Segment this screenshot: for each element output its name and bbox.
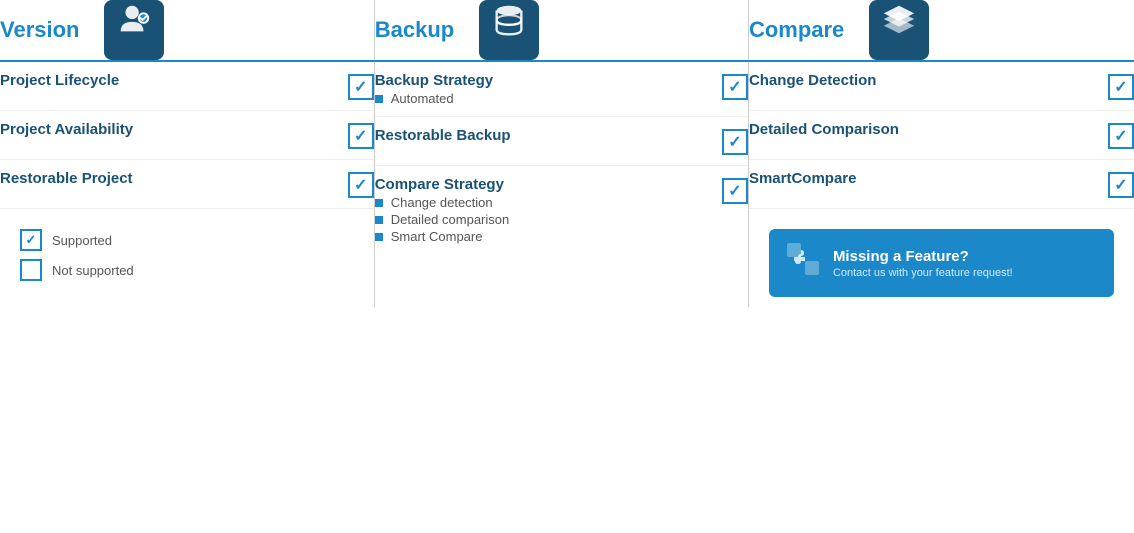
feature-detailed-comparison: Detailed Comparison [749, 111, 1134, 160]
feature-smartcompare: SmartCompare [749, 160, 1134, 209]
features-table: Version Backup [0, 0, 1134, 307]
project-lifecycle-checkbox [348, 74, 374, 100]
feature-project-lifecycle: Project Lifecycle [0, 62, 374, 111]
version-header: Version [0, 0, 374, 61]
compare-features: Change Detection Detailed Comparison Sma… [748, 61, 1134, 307]
legend-not-supported-label: Not supported [52, 263, 134, 278]
feature-name-smartcompare: SmartCompare [749, 170, 857, 187]
missing-feature-banner[interactable]: Missing a Feature? Contact us with your … [769, 229, 1114, 297]
feature-name-restorable-project: Restorable Project [0, 170, 133, 187]
feature-project-availability: Project Availability [0, 111, 374, 160]
feature-restorable-project: Restorable Project [0, 160, 374, 209]
backup-icon [479, 0, 539, 60]
compare-title: Compare [749, 17, 844, 43]
detailed-comparison-checkbox [1108, 123, 1134, 149]
feature-name-detailed-comparison: Detailed Comparison [749, 121, 899, 138]
project-availability-checkbox [348, 123, 374, 149]
version-svg-icon [115, 1, 153, 39]
compare-strategy-sub-2: Detailed comparison [375, 212, 510, 227]
feature-backup-strategy: Backup Strategy Automated [375, 62, 748, 117]
version-features: Project Lifecycle Project Availability R… [0, 61, 374, 307]
backup-strategy-sub-automated: Automated [375, 91, 493, 106]
feature-restorable-backup: Restorable Backup [375, 117, 748, 166]
compare-header: Compare [748, 0, 1134, 61]
backup-strategy-sub-text: Automated [391, 91, 454, 106]
bullet-icon [375, 95, 383, 103]
compare-strategy-sub-text-2: Detailed comparison [391, 212, 510, 227]
version-icon [104, 0, 164, 60]
compare-strategy-sub-3: Smart Compare [375, 229, 510, 244]
compare-svg-icon [880, 1, 918, 39]
backup-svg-icon [490, 1, 528, 39]
legend-supported-checkbox [20, 229, 42, 251]
compare-strategy-sub-text-3: Smart Compare [391, 229, 483, 244]
backup-title: Backup [375, 17, 454, 43]
puzzle-icon [785, 241, 821, 285]
compare-strategy-sub-1: Change detection [375, 195, 510, 210]
feature-change-detection: Change Detection [749, 62, 1134, 111]
change-detection-checkbox [1108, 74, 1134, 100]
restorable-project-checkbox [348, 172, 374, 198]
legend-supported-label: Supported [52, 233, 112, 248]
bullet-icon-1 [375, 199, 383, 207]
banner-subtitle: Contact us with your feature request! [833, 267, 1013, 279]
legend-not-supported-checkbox [20, 259, 42, 281]
smartcompare-checkbox [1108, 172, 1134, 198]
feature-name-backup-strategy: Backup Strategy [375, 72, 493, 89]
feature-name-compare-strategy: Compare Strategy [375, 176, 510, 193]
backup-features: Backup Strategy Automated Restorable Bac… [374, 61, 748, 307]
version-title: Version [0, 17, 79, 43]
bullet-icon-2 [375, 216, 383, 224]
legend-supported: Supported [20, 229, 354, 251]
compare-icon [869, 0, 929, 60]
compare-strategy-checkbox [722, 178, 748, 204]
legend-not-supported: Not supported [20, 259, 354, 281]
feature-name-change-detection: Change Detection [749, 72, 877, 89]
banner-title: Missing a Feature? [833, 248, 1013, 265]
puzzle-svg-icon [785, 241, 821, 277]
banner-text-container: Missing a Feature? Contact us with your … [833, 248, 1013, 279]
restorable-backup-checkbox [722, 129, 748, 155]
compare-strategy-sub-text-1: Change detection [391, 195, 493, 210]
feature-name-project-lifecycle: Project Lifecycle [0, 72, 119, 89]
bullet-icon-3 [375, 233, 383, 241]
backup-header: Backup [374, 0, 748, 61]
legend: Supported Not supported [0, 209, 374, 299]
feature-name-project-availability: Project Availability [0, 121, 133, 138]
feature-compare-strategy: Compare Strategy Change detection Detail… [375, 166, 748, 254]
backup-strategy-checkbox [722, 74, 748, 100]
feature-name-restorable-backup: Restorable Backup [375, 127, 511, 144]
